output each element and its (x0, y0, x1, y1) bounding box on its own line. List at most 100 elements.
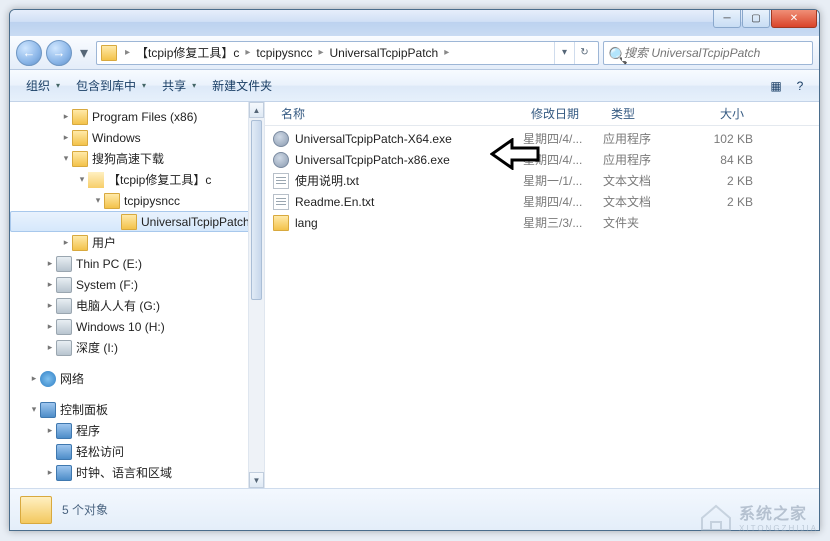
tree-item-label: System (F:) (76, 278, 138, 292)
column-headers: 名称 修改日期 类型 大小 (265, 102, 819, 126)
tree-expander-icon[interactable]: ▸ (44, 300, 56, 311)
tree-expander-icon[interactable]: ▾ (92, 195, 104, 206)
column-size[interactable]: 大小 (683, 105, 753, 122)
scroll-down-button[interactable]: ▼ (249, 472, 264, 488)
breadcrumb-item-2[interactable]: UniversalTcpipPatch (327, 44, 440, 62)
tree-item-label: Thin PC (E:) (76, 257, 142, 271)
tree-item-label: 电脑人人有 (G:) (76, 297, 160, 314)
tree-expander-icon[interactable]: ▾ (28, 404, 40, 415)
tree-item[interactable]: ▸ System (F:) (10, 274, 264, 295)
maximize-button[interactable]: ▢ (742, 10, 770, 28)
drv-icon (56, 256, 72, 272)
tree-item[interactable]: ▸ 电脑人人有 (G:) (10, 295, 264, 316)
tree-item[interactable]: ▸ Thin PC (E:) (10, 253, 264, 274)
drv-icon (56, 340, 72, 356)
file-name: 使用说明.txt (295, 172, 359, 189)
tree-expander-icon[interactable]: ▸ (60, 132, 72, 143)
tree-item[interactable]: ▸时钟、语言和区域 (10, 462, 264, 483)
search-input[interactable] (622, 45, 808, 61)
tree-item[interactable]: ▾ 控制面板 (10, 399, 264, 420)
tree-expander-icon[interactable]: ▸ (44, 467, 56, 478)
fold-open-icon (88, 172, 104, 188)
organize-menu[interactable]: 组织 (18, 73, 68, 98)
breadcrumb[interactable]: ▸ 【tcpip修复工具】c ▸ tcpipysncc ▸ UniversalT… (96, 41, 599, 65)
file-size: 102 KB (683, 132, 753, 146)
scroll-thumb[interactable] (251, 120, 262, 300)
navigation-tree[interactable]: ▸Program Files (x86)▸Windows ▾ 搜狗高速下载 ▾ 【tcp… (10, 102, 265, 488)
tree-scrollbar[interactable]: ▲ ▼ (248, 102, 264, 488)
back-button[interactable]: ← (16, 40, 42, 66)
fold-icon (72, 235, 88, 251)
tree-item[interactable]: ▸Windows (10, 127, 264, 148)
forward-button[interactable]: → (46, 40, 72, 66)
scroll-up-button[interactable]: ▲ (249, 102, 264, 118)
tree-item-label: 程序 (76, 422, 100, 439)
file-type: 文本文档 (603, 172, 683, 189)
share-menu[interactable]: 共享 (154, 73, 204, 98)
file-row[interactable]: UniversalTcpipPatch-X64.exe星期四/4/...应用程序… (265, 128, 819, 149)
cpl-icon (56, 423, 72, 439)
tree-expander-icon[interactable]: ▸ (44, 279, 56, 290)
breadcrumb-item-0[interactable]: 【tcpip修复工具】c (134, 42, 241, 63)
tree-item[interactable]: ▸用户 (10, 232, 264, 253)
tree-item[interactable]: ▸ 程序 (10, 420, 264, 441)
tree-item[interactable]: 轻松访问 (10, 441, 264, 462)
file-row[interactable]: Readme.En.txt星期四/4/...文本文档2 KB (265, 191, 819, 212)
tree-item-label: tcpipysncc (124, 194, 180, 208)
file-row[interactable]: 使用说明.txt星期一/1/...文本文档2 KB (265, 170, 819, 191)
file-type: 应用程序 (603, 130, 683, 147)
cpl-icon (56, 444, 72, 460)
help-icon: ? (797, 79, 804, 93)
tree-item[interactable]: ▸深度 (I:) (10, 337, 264, 358)
tree-item[interactable]: ▸网络 (10, 368, 264, 389)
file-row[interactable]: lang星期三/3/...文件夹 (265, 212, 819, 233)
tree-item-label: 控制面板 (60, 401, 108, 418)
status-text: 5 个对象 (62, 501, 108, 518)
tree-expander-icon[interactable]: ▸ (44, 321, 56, 332)
file-size: 2 KB (683, 195, 753, 209)
fold-icon (104, 193, 120, 209)
tree-item[interactable]: ▸Windows 10 (H:) (10, 316, 264, 337)
breadcrumb-item-1[interactable]: tcpipysncc (254, 44, 314, 62)
toolbar: 组织 包含到库中 共享 新建文件夹 ▦ ? (10, 70, 819, 102)
new-folder-button[interactable]: 新建文件夹 (204, 73, 280, 98)
breadcrumb-sep-icon: ▸ (241, 47, 254, 58)
view-icon: ▦ (770, 79, 781, 93)
close-button[interactable]: ✕ (771, 10, 817, 28)
breadcrumb-dropdown-button[interactable]: ▾ (554, 42, 574, 64)
file-date: 星期四/4/... (523, 193, 603, 210)
tree-item[interactable]: ▾ 搜狗高速下载 (10, 148, 264, 169)
file-list-panel: 名称 修改日期 类型 大小 UniversalTcpipPatch-X64.ex… (265, 102, 819, 488)
tree-expander-icon[interactable]: ▾ (76, 174, 88, 185)
tree-expander-icon[interactable]: ▸ (28, 373, 40, 384)
file-rows: UniversalTcpipPatch-X64.exe星期四/4/...应用程序… (265, 126, 819, 488)
refresh-button[interactable]: ↻ (574, 42, 594, 64)
tree-expander-icon[interactable]: ▸ (60, 111, 72, 122)
history-dropdown[interactable]: ▾ (76, 43, 92, 63)
column-type[interactable]: 类型 (603, 105, 683, 122)
tree-expander-icon[interactable]: ▸ (44, 258, 56, 269)
tree-expander-icon[interactable]: ▸ (44, 425, 56, 436)
tree-expander-icon[interactable]: ▾ (60, 153, 72, 164)
tree-item-label: 【tcpip修复工具】c (108, 171, 211, 188)
folder-icon (101, 45, 117, 61)
cpl-icon (40, 402, 56, 418)
tree-item-label: 搜狗高速下载 (92, 150, 164, 167)
view-options-button[interactable]: ▦ (765, 75, 787, 97)
tree-item[interactable]: ▸Program Files (x86) (10, 106, 264, 127)
file-row[interactable]: UniversalTcpipPatch-x86.exe星期四/4/...应用程序… (265, 149, 819, 170)
column-name[interactable]: 名称 (273, 105, 523, 122)
help-button[interactable]: ? (789, 75, 811, 97)
tree-expander-icon[interactable]: ▸ (44, 342, 56, 353)
include-in-library-menu[interactable]: 包含到库中 (68, 73, 154, 98)
tree-item[interactable]: UniversalTcpipPatch (10, 211, 264, 232)
file-date: 星期四/4/... (523, 151, 603, 168)
fold-icon (121, 214, 137, 230)
tree-expander-icon[interactable]: ▸ (60, 237, 72, 248)
tree-item[interactable]: ▾ 【tcpip修复工具】c (10, 169, 264, 190)
minimize-button[interactable]: ─ (713, 10, 741, 28)
column-date[interactable]: 修改日期 (523, 105, 603, 122)
tree-item[interactable]: ▾ tcpipysncc (10, 190, 264, 211)
search-box[interactable]: 🔍 (603, 41, 813, 65)
file-type: 文本文档 (603, 193, 683, 210)
